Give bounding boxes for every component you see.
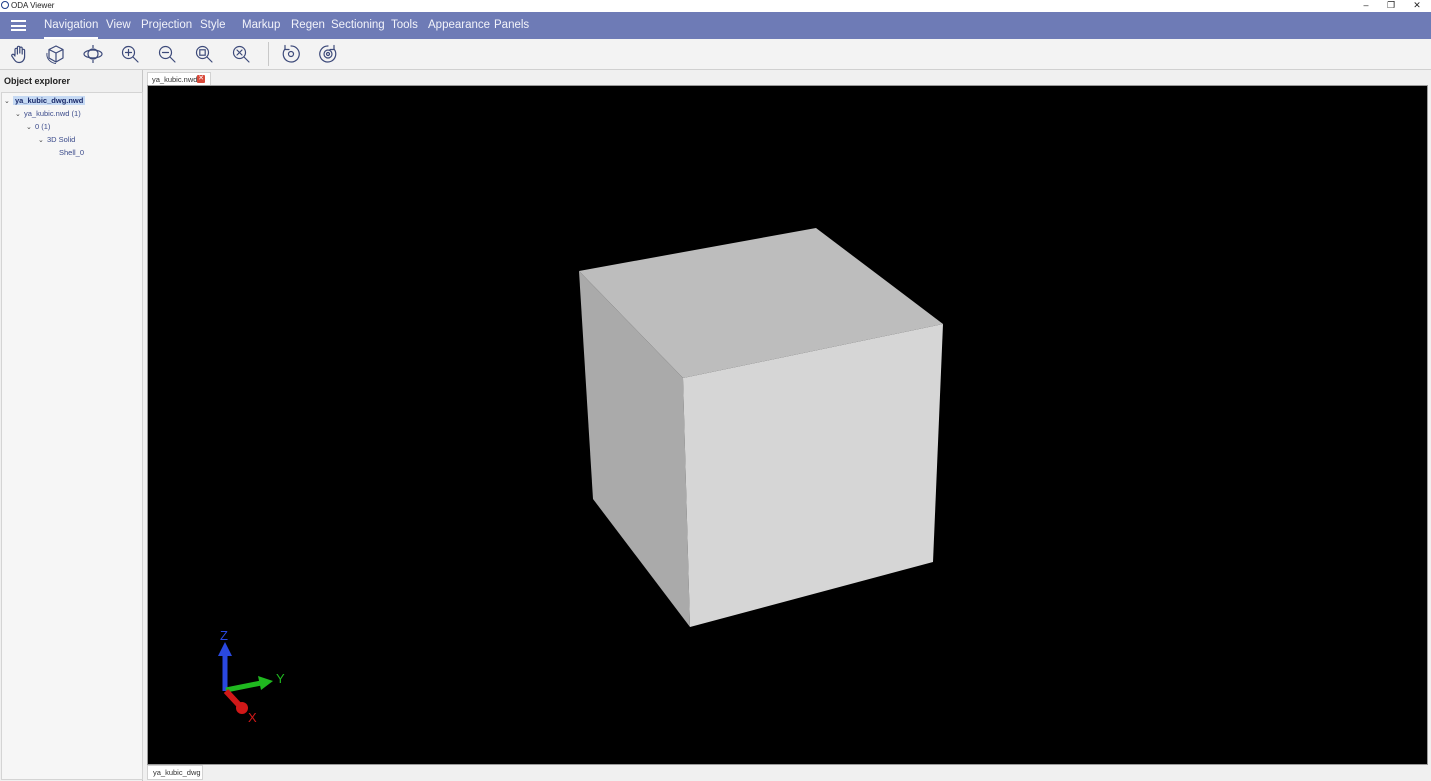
title-bar: ODA Viewer – ❐ ✕ bbox=[0, 0, 1431, 12]
chevron-down-icon[interactable]: ⌄ bbox=[4, 96, 13, 108]
tree-item-model[interactable]: ⌄ ya_kubic.nwd (1) bbox=[15, 108, 81, 120]
menu-panels[interactable]: Panels bbox=[494, 12, 529, 39]
menu-sectioning[interactable]: Sectioning bbox=[331, 12, 385, 39]
document-tab[interactable]: ya_kubic.nwd ✕ bbox=[147, 72, 211, 86]
layout-tab-label: ya_kubic_dwg bbox=[153, 768, 201, 777]
chevron-down-icon[interactable]: ⌄ bbox=[15, 109, 24, 121]
close-window-button[interactable]: ✕ bbox=[1405, 0, 1429, 12]
object-tree: ⌄ ya_kubic_dwg.nwd ⌄ ya_kubic.nwd (1) ⌄ 0 (… bbox=[1, 92, 143, 780]
3d-viewport[interactable]: Z Y X bbox=[147, 85, 1428, 765]
zoom-extents-icon[interactable] bbox=[230, 43, 252, 65]
y-axis-label: Y bbox=[276, 671, 285, 686]
minimize-button[interactable]: – bbox=[1354, 0, 1378, 12]
app-logo-icon bbox=[1, 1, 9, 9]
x-axis-label: X bbox=[248, 710, 257, 725]
redo-view-icon[interactable] bbox=[317, 43, 339, 65]
menu-markup[interactable]: Markup bbox=[242, 12, 280, 39]
close-tab-icon[interactable]: ✕ bbox=[197, 75, 205, 83]
window-title: ODA Viewer bbox=[11, 1, 55, 10]
restore-button[interactable]: ❐ bbox=[1379, 0, 1403, 12]
tree-item-root[interactable]: ⌄ ya_kubic_dwg.nwd bbox=[4, 95, 86, 108]
menu-bar: Navigation View Projection Style Markup … bbox=[0, 12, 1431, 39]
hamburger-menu-icon[interactable] bbox=[11, 20, 26, 31]
y-axis-arrowhead bbox=[258, 676, 273, 690]
navigation-toolbar bbox=[0, 39, 1431, 70]
chevron-down-icon[interactable]: ⌄ bbox=[38, 135, 47, 147]
pan-icon[interactable] bbox=[8, 43, 30, 65]
menu-projection[interactable]: Projection bbox=[141, 12, 192, 39]
menu-navigation[interactable]: Navigation bbox=[44, 12, 99, 39]
tree-item-solid[interactable]: ⌄ 3D Solid bbox=[38, 134, 75, 146]
axis-gizmo: Z Y X bbox=[218, 628, 285, 725]
zoom-out-icon[interactable] bbox=[156, 43, 178, 65]
layout-tab[interactable]: ya_kubic_dwg bbox=[147, 765, 203, 780]
menu-view[interactable]: View bbox=[106, 12, 131, 39]
x-axis-arrowhead bbox=[236, 702, 248, 714]
menu-regen[interactable]: Regen bbox=[291, 12, 325, 39]
x-axis-arrow bbox=[223, 688, 242, 708]
z-axis-arrowhead bbox=[218, 642, 232, 656]
menu-style[interactable]: Style bbox=[200, 12, 226, 39]
z-axis-label: Z bbox=[220, 628, 228, 643]
zoom-in-icon[interactable] bbox=[119, 43, 141, 65]
object-explorer-panel: Object explorer ⌄ ya_kubic_dwg.nwd ⌄ ya_ku… bbox=[0, 70, 143, 781]
orbit-icon[interactable] bbox=[82, 43, 104, 65]
menu-tools[interactable]: Tools bbox=[391, 12, 418, 39]
zoom-window-icon[interactable] bbox=[193, 43, 215, 65]
tree-item-shell[interactable]: Shell_0 bbox=[59, 147, 84, 159]
orbit-box-icon[interactable] bbox=[45, 43, 67, 65]
y-axis-arrow bbox=[225, 680, 262, 693]
toolbar-separator bbox=[268, 42, 269, 66]
viewport-canvas: Z Y X bbox=[218, 228, 943, 725]
undo-view-icon[interactable] bbox=[280, 43, 302, 65]
menu-appearance[interactable]: Appearance bbox=[428, 12, 490, 39]
chevron-down-icon[interactable]: ⌄ bbox=[26, 122, 35, 134]
explorer-title: Object explorer bbox=[4, 76, 71, 86]
tree-item-layer[interactable]: ⌄ 0 (1) bbox=[26, 121, 50, 133]
